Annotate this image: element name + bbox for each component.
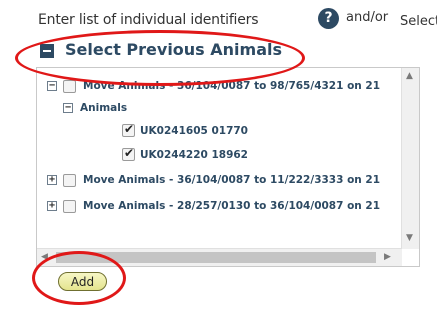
and-or-text: and/or [346,10,389,25]
tree-checkbox[interactable] [63,200,76,213]
tree-expand-toggle[interactable]: + [47,201,57,211]
tree-checkbox-checked[interactable] [122,122,135,137]
highlight-ellipse [15,30,305,86]
instruction-text: Enter list of individual identifiers [38,12,259,28]
highlight-ellipse [32,251,126,305]
scroll-up-icon[interactable]: ▲ [406,71,413,81]
tree-checkbox-checked[interactable] [122,146,135,161]
tree-node-label[interactable]: Move Animals - 36/104/0087 to 11/222/333… [83,174,380,186]
animals-tree-panel: − Move Animals - 36/104/0087 to 98/765/4… [36,67,420,267]
tree-checkbox[interactable] [63,80,76,93]
help-icon[interactable]: ? [318,8,339,29]
scroll-right-icon[interactable]: ▶ [384,252,391,262]
tree-node-label[interactable]: Move Animals - 28/257/0130 to 36/104/008… [83,200,380,212]
tree-node-label[interactable]: Animals [80,102,127,114]
tree-checkbox[interactable] [63,174,76,187]
tree-collapse-toggle[interactable]: − [63,103,73,113]
scroll-down-icon[interactable]: ▼ [406,233,413,243]
tree-collapse-toggle[interactable]: − [47,81,57,91]
tree-node-label[interactable]: UK0241605 01770 [140,125,248,137]
select-text: Select [400,14,437,29]
vertical-scrollbar[interactable]: ▲ ▼ [401,68,419,249]
tree-expand-toggle[interactable]: + [47,175,57,185]
tree-node-label[interactable]: UK0244220 18962 [140,149,248,161]
